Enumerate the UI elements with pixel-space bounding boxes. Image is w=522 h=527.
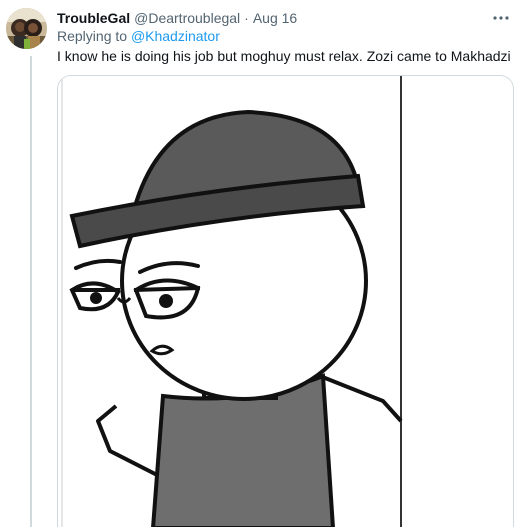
avatar[interactable]: [6, 8, 47, 49]
cartoon-illustration: [58, 76, 513, 527]
more-horizontal-icon: [493, 16, 509, 20]
tweet-text: I know he is doing his job but moghuy mu…: [57, 48, 511, 64]
thread-line: [30, 56, 32, 527]
tweet-header: TroubleGal @Deartroublegal · Aug 16: [57, 8, 297, 28]
tweet-date[interactable]: Aug 16: [253, 10, 297, 26]
tweet-media-image[interactable]: [57, 75, 514, 527]
display-name[interactable]: TroubleGal: [57, 10, 130, 26]
user-handle[interactable]: @Deartroublegal: [134, 10, 240, 26]
separator-dot: ·: [244, 10, 249, 26]
replying-to-mention[interactable]: @Khadzinator: [131, 28, 220, 44]
replying-to-label: Replying to: [57, 28, 131, 44]
replying-to-line: Replying to @Khadzinator: [57, 28, 220, 44]
more-options-button[interactable]: [490, 8, 512, 28]
